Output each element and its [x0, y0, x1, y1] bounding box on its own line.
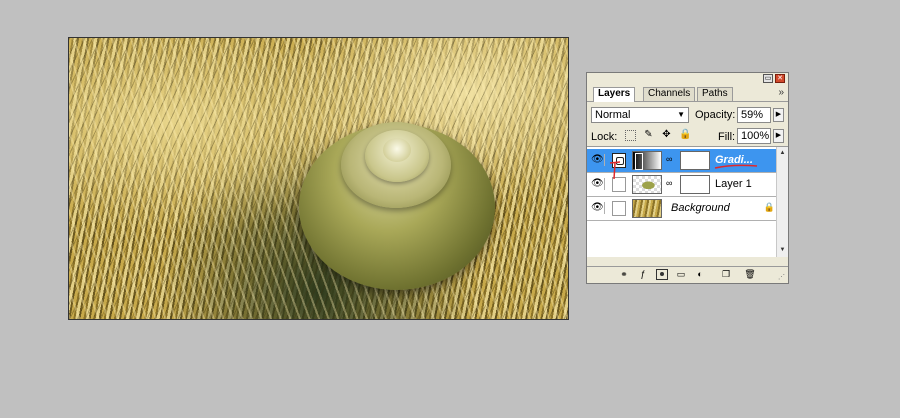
- clipping-link-box[interactable]: [612, 177, 626, 192]
- chevron-down-icon: ▼: [677, 110, 685, 119]
- lock-transparency-icon[interactable]: [625, 130, 636, 141]
- layer-name[interactable]: Background: [671, 202, 730, 214]
- layer-name[interactable]: Layer 1: [715, 178, 752, 190]
- layer-style-fx-icon[interactable]: ƒ: [637, 269, 649, 280]
- link-chain-icon[interactable]: ∞: [666, 154, 672, 164]
- link-chain-icon[interactable]: ∞: [666, 178, 672, 188]
- fill-input[interactable]: 100%: [737, 128, 771, 144]
- link-layers-icon[interactable]: ⚭: [618, 269, 630, 280]
- opacity-input[interactable]: 59%: [737, 107, 771, 123]
- background-lock-icon: 🔒: [763, 202, 775, 212]
- resize-grip-icon[interactable]: ⋰: [778, 273, 786, 281]
- visibility-eye-icon[interactable]: 👁: [591, 202, 605, 214]
- trash-icon[interactable]: 🗑: [744, 269, 756, 280]
- layer-link-box[interactable]: [612, 201, 626, 216]
- lock-all-icon[interactable]: 🔒: [679, 130, 691, 141]
- blend-opacity-row: Normal ▼ Opacity: 59% ▶: [587, 105, 788, 126]
- tab-layers[interactable]: Layers: [593, 87, 636, 102]
- adjustment-layer-icon: [612, 153, 626, 168]
- blend-mode-select[interactable]: Normal ▼: [591, 107, 689, 123]
- panel-tabs: Layers Channels Paths »: [587, 85, 788, 102]
- layers-panel: ▭ ✕ Layers Channels Paths » Normal ▼ Opa…: [586, 72, 789, 284]
- visibility-eye-icon[interactable]: 👁: [591, 154, 605, 166]
- new-layer-icon[interactable]: ❐: [720, 269, 732, 280]
- shell-whorl-center: [383, 138, 411, 162]
- opacity-label: Opacity:: [695, 109, 736, 121]
- new-adjustment-layer-icon[interactable]: ◐: [694, 269, 706, 280]
- visibility-eye-icon[interactable]: 👁: [591, 178, 605, 190]
- layer-name[interactable]: Gradi...: [715, 154, 753, 166]
- document-canvas[interactable]: [68, 37, 569, 320]
- lock-position-move-icon[interactable]: ✥: [661, 130, 672, 141]
- opacity-slider-arrow-icon[interactable]: ▶: [773, 108, 784, 122]
- fill-label: Fill:: [718, 131, 736, 143]
- scroll-down-icon[interactable]: ▼: [778, 246, 787, 255]
- add-mask-icon[interactable]: [656, 269, 668, 280]
- snail-shell-image: [299, 122, 495, 290]
- fill-slider-arrow-icon[interactable]: ▶: [773, 129, 784, 143]
- layer1-thumbnail-icon: [632, 175, 662, 194]
- layer-list-scrollbar[interactable]: ▲ ▼: [776, 147, 788, 257]
- panel-titlebar[interactable]: ▭ ✕: [587, 73, 788, 85]
- layer-row-layer1[interactable]: 👁 ∞ Layer 1: [587, 173, 779, 197]
- gradient-thumbnail-icon: [632, 151, 662, 170]
- blend-mode-value: Normal: [595, 109, 631, 121]
- layer-list: 👁 ∞ Gradi... 👁 ∞ Layer 1 👁 Background 🔒: [587, 147, 788, 257]
- tab-channels[interactable]: Channels: [643, 87, 696, 101]
- new-group-folder-icon[interactable]: ▭: [675, 269, 687, 280]
- panel-menu-icon[interactable]: »: [778, 87, 784, 98]
- close-icon[interactable]: ✕: [775, 74, 785, 83]
- panel-bottom-bar: ⚭ ƒ ▭ ◐ ❐ 🗑 ⋰: [587, 266, 788, 283]
- lock-pixels-brush-icon[interactable]: ✎: [643, 130, 654, 141]
- layer-mask-thumbnail[interactable]: [680, 151, 710, 170]
- lock-fill-row: Lock: ✎ ✥ 🔒 Fill: 100% ▶: [587, 126, 788, 147]
- tab-paths[interactable]: Paths: [697, 87, 733, 101]
- lock-label: Lock:: [591, 131, 618, 143]
- layer-row-gradient[interactable]: 👁 ∞ Gradi...: [587, 149, 779, 173]
- layer-row-background[interactable]: 👁 Background 🔒: [587, 197, 779, 221]
- layer-mask-thumbnail[interactable]: [680, 175, 710, 194]
- scroll-up-icon[interactable]: ▲: [778, 149, 787, 158]
- minimize-icon[interactable]: ▭: [763, 74, 773, 83]
- background-thumbnail-icon: [632, 199, 662, 218]
